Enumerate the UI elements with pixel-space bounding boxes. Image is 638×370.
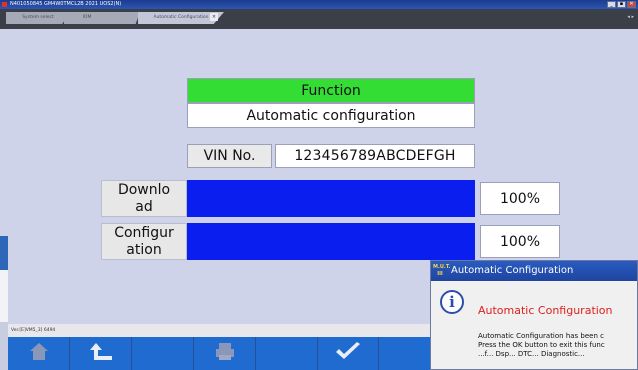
configuration-progress-bar [187, 223, 475, 260]
ok-button[interactable] [318, 337, 379, 370]
vin-label: VIN No. [187, 144, 272, 168]
configuration-label: Configur ation [101, 223, 187, 260]
configuration-label-line2: ation [126, 241, 162, 258]
dialog-heading: Automatic Configuration [478, 304, 613, 317]
tab-bar: System select IOM Automatic Configuratio… [0, 9, 638, 29]
home-icon [28, 341, 50, 367]
window-title-bar: N401050845 GM4W0TMCL2B 2021 UOS2(N) _ ▪ … [0, 0, 638, 9]
back-icon [88, 341, 114, 367]
back-button[interactable] [70, 337, 132, 370]
dialog-title-bar: M.U.T. III Automatic Configuration [431, 261, 637, 281]
dialog-message-line2: Press the OK button to exit this func [478, 341, 605, 349]
tab-close-icon[interactable]: × [210, 13, 218, 21]
check-icon [333, 341, 363, 367]
home-button[interactable] [8, 337, 70, 370]
print-button[interactable] [194, 337, 256, 370]
download-label-line1: Downlo [117, 181, 171, 198]
dialog-message-line1: Automatic Configuration has been c [478, 332, 604, 340]
background-window-edge [0, 236, 8, 270]
tab-iom[interactable]: IOM [64, 12, 110, 24]
configuration-label-line1: Configur [114, 224, 174, 241]
minimize-button[interactable]: _ [607, 1, 616, 8]
configuration-percent: 100% [480, 225, 560, 258]
function-value: Automatic configuration [187, 103, 475, 128]
mut-logo: M.U.T. III [433, 264, 451, 277]
tab-scroll-icon[interactable]: ◂ ▸ [627, 14, 634, 20]
tab-blank[interactable] [104, 12, 140, 24]
print-icon [214, 341, 236, 367]
toolbar-empty-button[interactable] [132, 337, 194, 370]
background-window-edge [0, 322, 8, 370]
dialog-message-line3: ...f... Dsp... DTC... Diagnostic... [478, 350, 585, 358]
maximize-button[interactable]: ▪ [617, 1, 626, 8]
automatic-configuration-dialog: M.U.T. III Automatic Configuration i Auto… [430, 260, 638, 370]
toolbar-empty-button[interactable] [256, 337, 318, 370]
download-progress-bar [187, 180, 475, 217]
vin-value: 123456789ABCDEFGH [275, 144, 475, 168]
close-button[interactable]: ✕ [627, 1, 636, 8]
info-icon: i [440, 290, 464, 314]
dialog-message: Automatic Configuration has been c Press… [478, 332, 605, 359]
window-title: N401050845 GM4W0TMCL2B 2021 UOS2(N) [10, 1, 122, 7]
download-label-line2: ad [135, 198, 153, 215]
version-status: Ver.[E]VM5_3] 6494 [8, 324, 448, 337]
tab-system-select[interactable]: System select [6, 12, 70, 24]
dialog-title: Automatic Configuration [451, 265, 574, 276]
download-label: Downlo ad [101, 180, 187, 217]
download-percent: 100% [480, 182, 560, 215]
background-window-edge [0, 270, 8, 322]
app-icon [2, 2, 7, 7]
function-header: Function [187, 78, 475, 103]
